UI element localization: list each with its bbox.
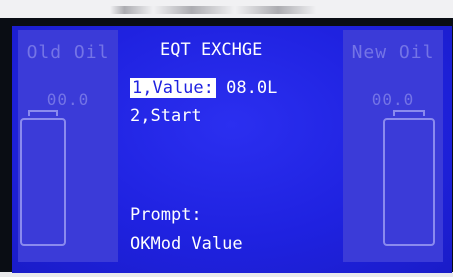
top-strip [0, 0, 453, 18]
prompt-message: OKMod Value [130, 234, 243, 254]
menu-item-value[interactable]: 1,Value: 08.0L [130, 78, 277, 98]
new-oil-can-cap-icon [393, 110, 425, 116]
new-oil-can-icon [383, 118, 435, 246]
menu-item-value-amount: 08.0L [226, 78, 278, 98]
menu-item-start[interactable]: 2,Start [130, 106, 202, 126]
screen-title: EQT EXCHGE [160, 40, 263, 60]
menu-item-value-label[interactable]: 1,Value: [130, 78, 216, 98]
old-oil-can-icon [20, 118, 66, 246]
old-oil-title: Old Oil [26, 42, 110, 63]
new-oil-panel: New Oil 00.0 [343, 30, 443, 262]
prompt-label: Prompt: [130, 205, 202, 225]
old-oil-can-cap-icon [28, 110, 58, 116]
new-oil-title: New Oil [351, 42, 435, 63]
old-oil-panel: Old Oil 00.0 [18, 30, 118, 262]
new-oil-value: 00.0 [371, 90, 415, 109]
old-oil-value: 00.0 [46, 90, 90, 109]
